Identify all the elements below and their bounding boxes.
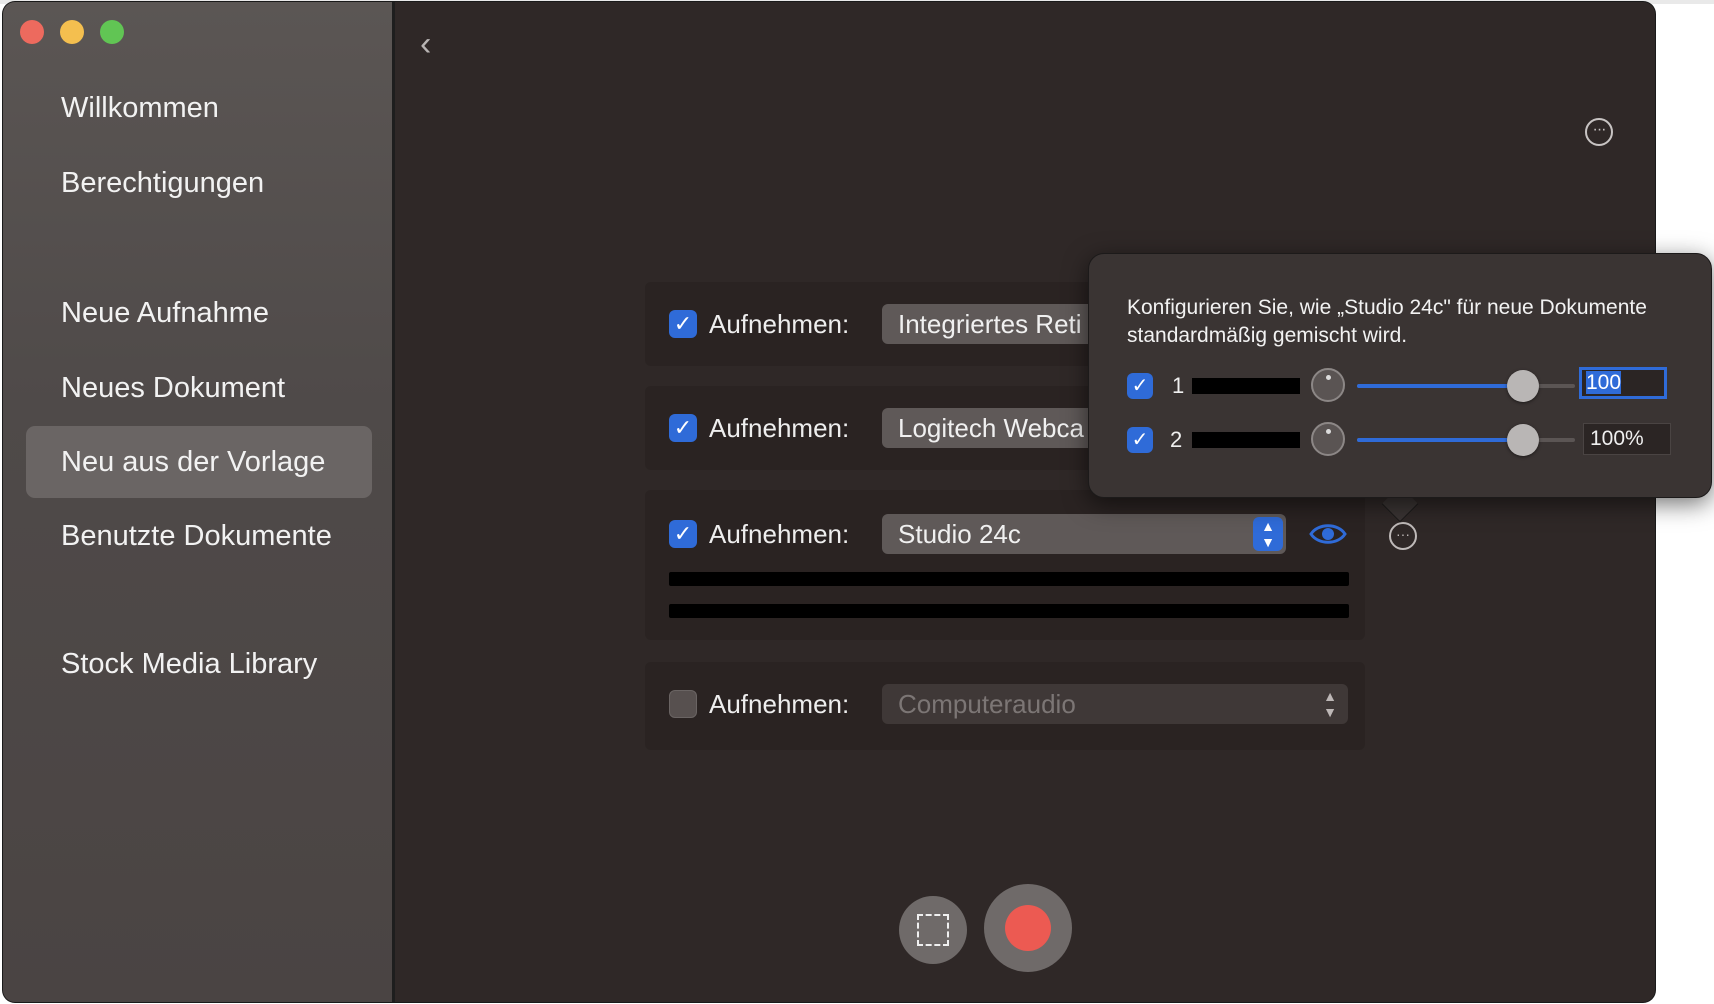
record-label: Aufnehmen: (709, 519, 850, 549)
eye-icon[interactable] (1309, 520, 1347, 548)
channel-2-volume-field[interactable]: 100% (1583, 423, 1671, 455)
back-chevron-icon[interactable]: ‹ (420, 26, 450, 62)
channel-1-volume-slider[interactable] (1357, 370, 1575, 402)
record-label: Aufnehmen: (709, 689, 850, 719)
sidebar-item-willkommen[interactable]: Willkommen (26, 72, 372, 144)
channel-1-volume-fill (1357, 384, 1523, 388)
more-options-icon[interactable]: ··· (1585, 118, 1613, 146)
channel-2-volume-fill (1357, 438, 1523, 442)
record-checkbox-camera[interactable]: ✓ (669, 310, 697, 338)
audio-level-meter-1 (669, 572, 1349, 586)
record-button[interactable] (984, 884, 1072, 972)
select-stepper-icon: ▲ ▼ (1253, 517, 1283, 551)
channel-2-pan-knob[interactable] (1311, 422, 1345, 456)
minimize-window-button[interactable] (60, 20, 84, 44)
sidebar-item-neues-dokument[interactable]: Neues Dokument (26, 352, 372, 424)
select-area-button[interactable] (899, 896, 967, 964)
source-row-computer-audio: Aufnehmen: Computeraudio ▲ ▼ (645, 662, 1365, 750)
sidebar-item-neue-aufnahme[interactable]: Neue Aufnahme (26, 277, 372, 349)
record-checkbox-webcam[interactable]: ✓ (669, 414, 697, 442)
channel-1-volume-value: 100 (1586, 371, 1622, 394)
channel-1-volume-thumb[interactable] (1506, 370, 1539, 402)
computer-audio-select-value: Computeraudio (898, 689, 1076, 719)
channel-2-number: 2 (1170, 427, 1183, 452)
record-label: Aufnehmen: (709, 413, 850, 443)
channel-1-volume-field[interactable]: 100 (1579, 367, 1667, 399)
channel-1-number: 1 (1172, 373, 1185, 398)
zoom-window-button[interactable] (100, 20, 124, 44)
channel-1-pan-knob[interactable] (1311, 368, 1345, 402)
channel-2-checkbox[interactable]: ✓ (1127, 427, 1153, 453)
audio-device-select[interactable]: Studio 24c ▲ ▼ (882, 514, 1286, 554)
record-checkbox-audio-interface[interactable]: ✓ (669, 520, 697, 548)
close-window-button[interactable] (20, 20, 44, 44)
record-checkbox-computer-audio[interactable] (669, 690, 697, 718)
record-label: Aufnehmen: (709, 309, 850, 339)
sidebar-item-neu-aus-der-vorlage[interactable]: Neu aus der Vorlage (26, 426, 372, 498)
audio-level-meter-2 (669, 604, 1349, 618)
mix-config-popover: Konfigurieren Sie, wie „Studio 24c" für … (1088, 253, 1712, 498)
sidebar: Willkommen Berechtigungen Neue Aufnahme … (3, 2, 395, 1002)
popover-description: Konfigurieren Sie, wie „Studio 24c" für … (1127, 296, 1647, 347)
channel-1-checkbox[interactable]: ✓ (1127, 373, 1153, 399)
channel-options-icon[interactable]: ··· (1389, 522, 1417, 550)
sidebar-item-berechtigungen[interactable]: Berechtigungen (26, 147, 372, 219)
source-row-audio-interface: ✓ Aufnehmen: Studio 24c ▲ ▼ ··· (645, 490, 1417, 640)
channel-2-volume-slider[interactable] (1357, 424, 1575, 456)
computer-audio-select[interactable]: Computeraudio ▲ ▼ (882, 684, 1348, 724)
channel-1-meter (1192, 378, 1300, 394)
record-icon (1005, 905, 1051, 951)
dashed-rectangle-icon (917, 914, 949, 946)
channel-2-volume-thumb[interactable] (1506, 424, 1539, 456)
channel-2-meter (1192, 432, 1300, 448)
audio-device-select-value: Studio 24c (898, 519, 1021, 549)
select-stepper-icon: ▲ ▼ (1323, 688, 1337, 720)
sidebar-item-benutzte-dokumente[interactable]: Benutzte Dokumente (26, 500, 372, 572)
sidebar-item-stock-media-library[interactable]: Stock Media Library (26, 628, 372, 700)
